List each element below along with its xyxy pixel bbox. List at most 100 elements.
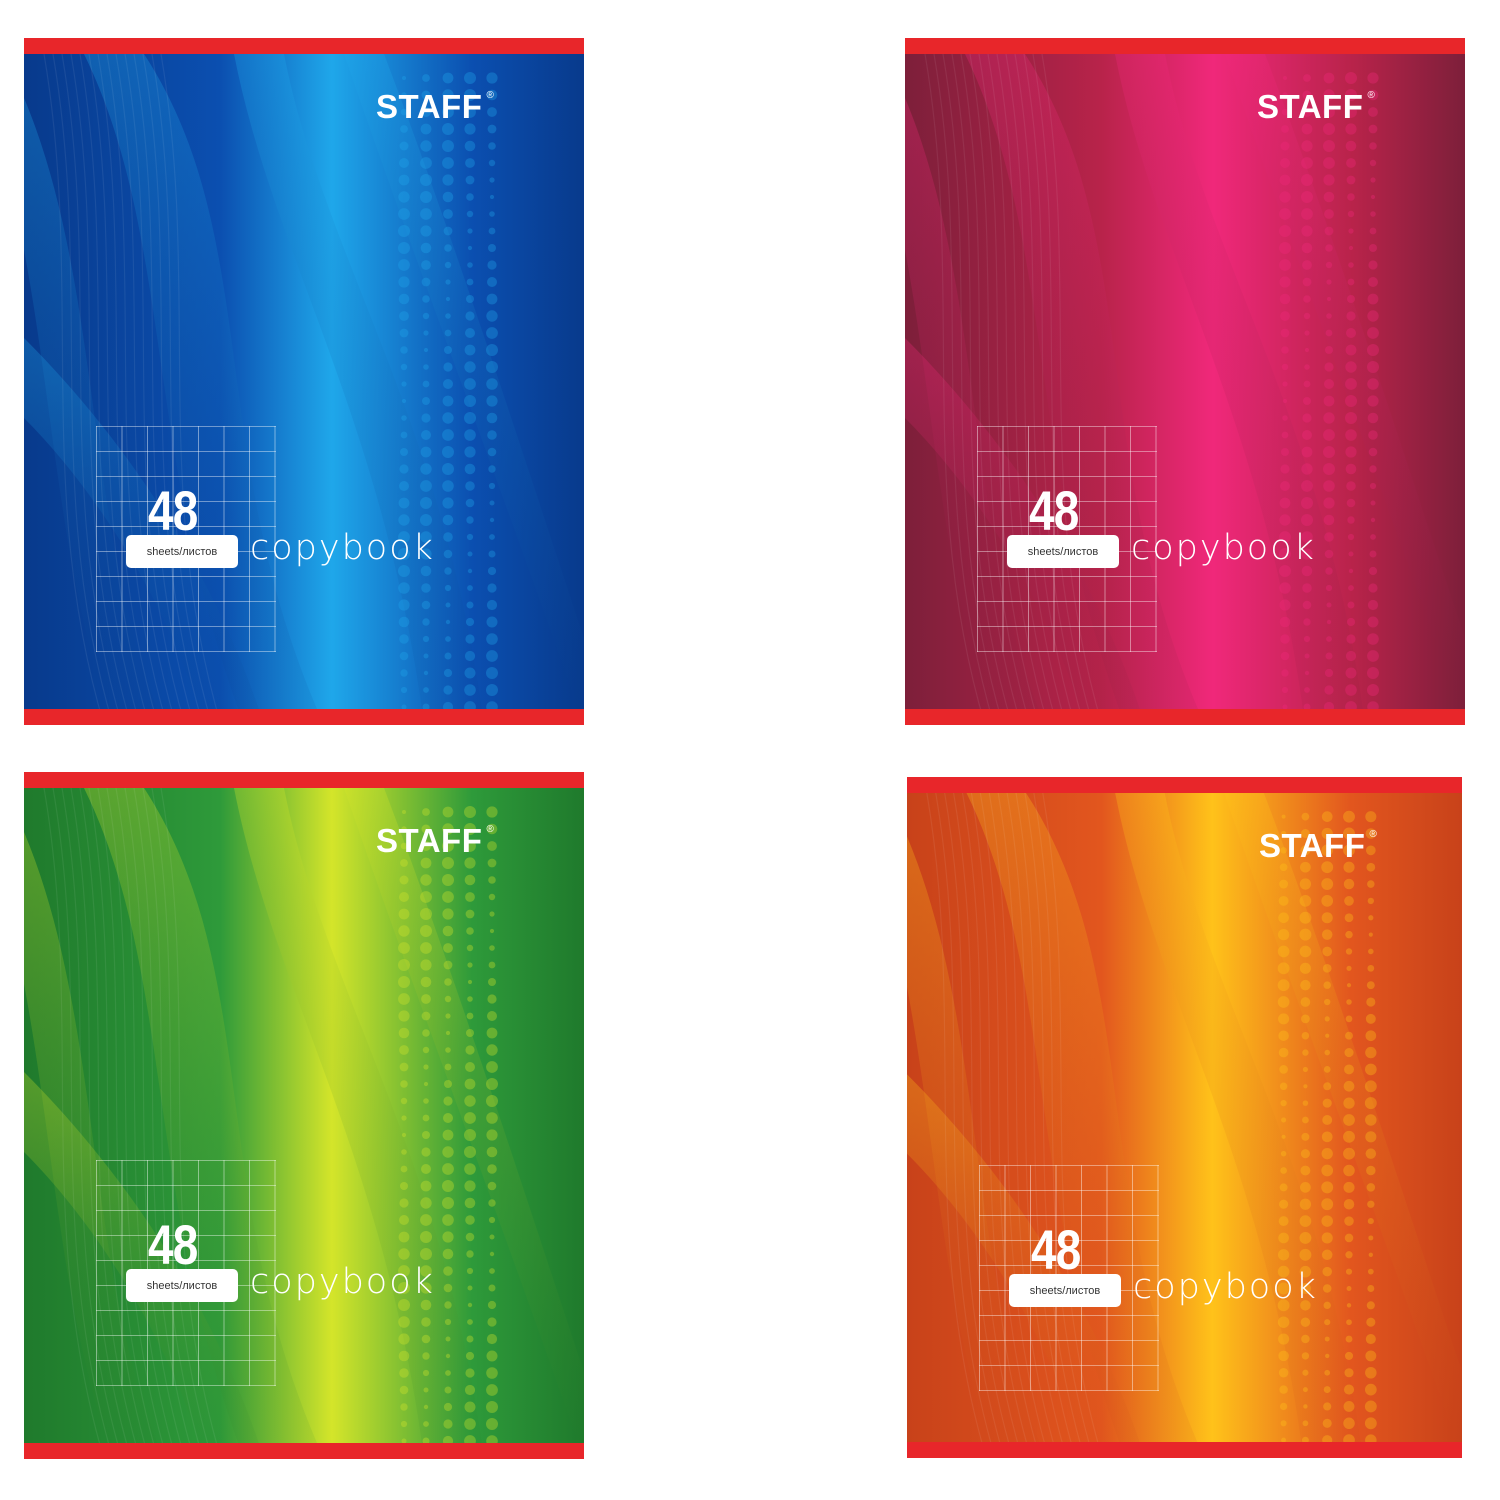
halftone-dot	[1323, 191, 1335, 203]
halftone-dot	[1367, 633, 1379, 645]
halftone-dot	[488, 1199, 496, 1207]
halftone-dot	[1348, 568, 1354, 574]
halftone-dot	[400, 1182, 408, 1190]
halftone-dot	[464, 1129, 476, 1141]
halftone-dot	[1302, 583, 1312, 593]
halftone-dot	[1321, 1148, 1333, 1160]
sheets-label: sheets/листов	[1007, 535, 1119, 568]
halftone-dot	[1344, 1351, 1354, 1360]
brand-name: STAFF	[376, 822, 483, 859]
halftone-dot	[486, 378, 498, 390]
halftone-dot	[489, 945, 495, 951]
halftone-dot	[1278, 1013, 1290, 1025]
halftone-dot	[486, 293, 498, 305]
halftone-dot	[1277, 996, 1290, 1008]
halftone-dot	[466, 278, 474, 286]
halftone-dot	[1321, 878, 1334, 891]
halftone-dot	[487, 841, 497, 851]
halftone-dot	[487, 124, 497, 134]
halftone-dot	[486, 395, 498, 407]
halftone-dot	[422, 1114, 430, 1122]
halftone-dot	[486, 633, 498, 645]
halftone-dot	[420, 1231, 432, 1243]
halftone-dot	[487, 1181, 497, 1191]
halftone-dot	[1345, 667, 1357, 679]
halftone-dot	[421, 583, 431, 593]
bottom-band	[24, 709, 584, 725]
halftone-dot	[1368, 260, 1378, 270]
halftone-dot	[1322, 963, 1332, 973]
halftone-dot	[1343, 1097, 1355, 1109]
halftone-dot	[1346, 1303, 1352, 1308]
halftone-dot	[1368, 948, 1374, 955]
halftone-dot	[1324, 226, 1334, 236]
halftone-dot	[443, 1266, 453, 1276]
halftone-dot	[399, 1045, 409, 1055]
halftone-dot	[464, 344, 476, 356]
halftone-dot	[443, 379, 453, 389]
halftone-dot	[1323, 480, 1335, 492]
halftone-dot	[486, 1027, 498, 1039]
halftone-dot	[486, 1367, 498, 1379]
halftone-dot	[422, 397, 430, 405]
halftone-dot	[467, 568, 473, 574]
halftone-dot	[1301, 1334, 1310, 1344]
halftone-dot	[1302, 1387, 1308, 1393]
halftone-dot	[467, 1285, 473, 1291]
halftone-dot	[1322, 1115, 1333, 1125]
halftone-dot	[1346, 481, 1356, 491]
halftone-dot	[1323, 174, 1335, 186]
halftone-dot	[1369, 159, 1377, 167]
halftone-dot	[1322, 1266, 1332, 1277]
halftone-dot	[465, 1045, 475, 1055]
halftone-dot	[443, 1402, 453, 1412]
halftone-dot	[1345, 684, 1357, 696]
halftone-dot	[464, 378, 476, 390]
halftone-dot	[465, 328, 475, 338]
halftone-dot	[465, 311, 475, 321]
halftone-dot	[1369, 244, 1377, 252]
halftone-dot	[1302, 1420, 1309, 1427]
halftone-dot	[399, 464, 409, 474]
halftone-dot	[443, 362, 453, 372]
halftone-dot	[420, 225, 432, 237]
halftone-dot	[489, 911, 495, 917]
halftone-dot	[489, 928, 495, 934]
halftone-dot	[1346, 175, 1356, 185]
halftone-dot	[465, 1232, 475, 1242]
halftone-dot	[422, 380, 430, 388]
halftone-dot	[1367, 880, 1375, 888]
halftone-dot	[488, 893, 496, 901]
halftone-dot	[444, 1301, 452, 1309]
notebook-cover-magenta: STAFF ® 48 sheets/листов copybook	[905, 38, 1465, 725]
halftone-dot	[1278, 1232, 1289, 1244]
halftone-dot	[1367, 378, 1379, 390]
halftone-dot	[466, 927, 474, 935]
halftone-dot	[1325, 584, 1333, 592]
halftone-dot	[1346, 999, 1352, 1005]
halftone-dot	[486, 1078, 498, 1090]
halftone-dot	[444, 584, 452, 592]
halftone-dot	[1322, 946, 1333, 957]
halftone-dot	[489, 500, 495, 506]
product-name: copybook	[1133, 1267, 1318, 1307]
halftone-dot	[442, 1231, 454, 1243]
halftone-dot	[442, 412, 454, 424]
halftone-dot	[1367, 897, 1374, 905]
halftone-dot	[422, 808, 430, 816]
halftone-dot	[488, 465, 496, 473]
halftone-dot	[1346, 634, 1356, 644]
halftone-dot	[398, 582, 410, 594]
halftone-dot	[465, 909, 475, 919]
halftone-dot	[1301, 174, 1313, 186]
halftone-dot	[1279, 616, 1291, 628]
halftone-dot	[1365, 811, 1377, 823]
halftone-dot	[1345, 361, 1357, 373]
halftone-dot	[488, 961, 496, 969]
halftone-dot	[1368, 932, 1373, 937]
halftone-dot	[1367, 599, 1379, 611]
halftone-dot	[1364, 1417, 1377, 1430]
halftone-dot	[1347, 193, 1355, 201]
halftone-dot	[1279, 174, 1291, 186]
halftone-dot	[1323, 981, 1331, 989]
